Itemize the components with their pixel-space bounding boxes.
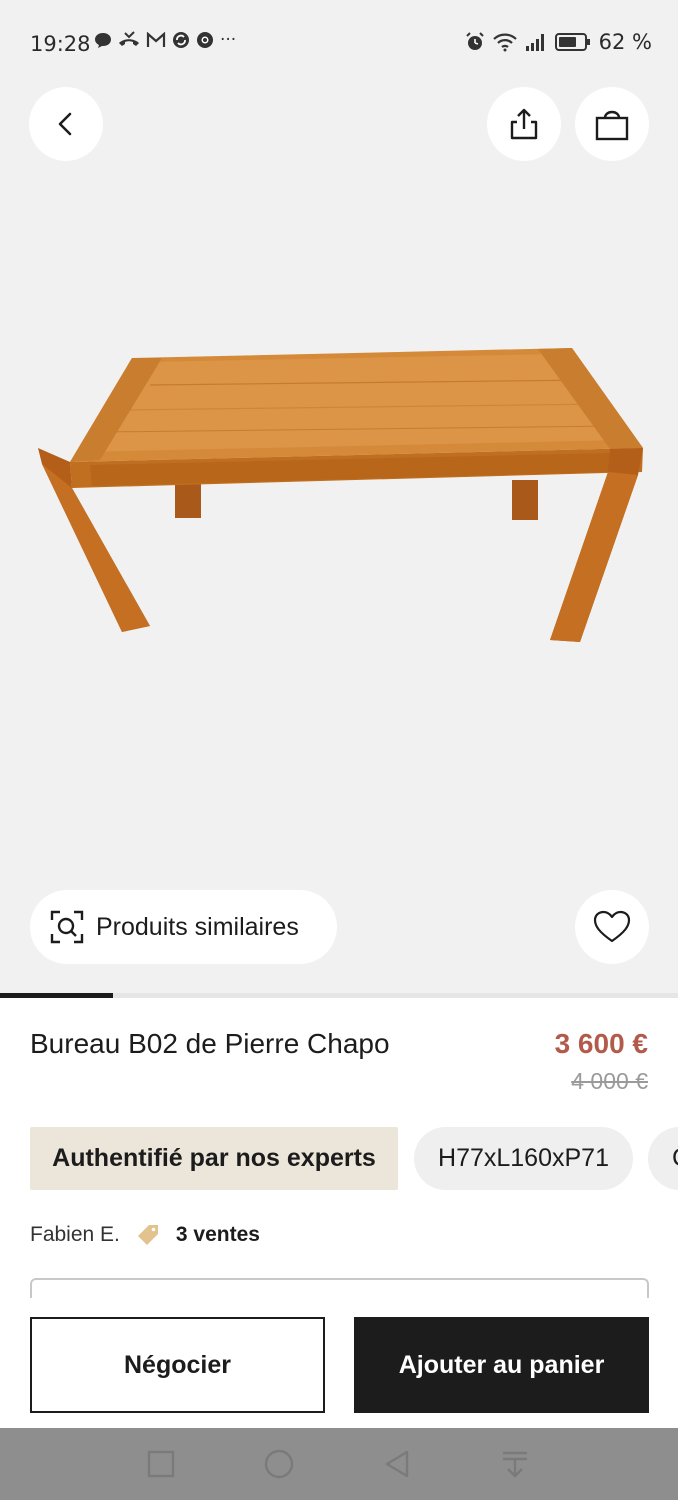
share-button[interactable] bbox=[487, 87, 561, 161]
missed-call-icon bbox=[119, 31, 139, 46]
triangle-back-icon bbox=[385, 1450, 409, 1478]
shopping-bag-icon bbox=[595, 110, 629, 141]
notification-icons: ··· bbox=[94, 30, 236, 50]
product-image-area[interactable]: Produits similaires bbox=[0, 0, 678, 993]
product-chips[interactable]: Authentifié par nos experts H77xL160xP71… bbox=[30, 1127, 678, 1191]
home-button[interactable] bbox=[261, 1446, 297, 1482]
chip-dimensions[interactable]: H77xL160xP71 bbox=[414, 1127, 633, 1190]
seller-row[interactable]: Fabien E. 3 ventes bbox=[30, 1223, 260, 1247]
product-price: 3 600 € bbox=[554, 1028, 648, 1059]
product-title: Bureau B02 de Pierre Chapo bbox=[30, 1028, 390, 1059]
status-time: 19:28 bbox=[30, 32, 91, 56]
chip-next[interactable]: C bbox=[648, 1127, 678, 1190]
product-photo[interactable] bbox=[30, 340, 650, 665]
square-icon bbox=[147, 1450, 175, 1478]
pull-down-icon bbox=[503, 1451, 527, 1478]
visual-search-icon bbox=[50, 910, 84, 944]
battery-icon bbox=[554, 33, 590, 51]
recents-button[interactable] bbox=[143, 1446, 179, 1482]
back-button[interactable] bbox=[29, 87, 103, 161]
system-icons: 62 % bbox=[465, 30, 652, 54]
heart-icon bbox=[593, 910, 631, 943]
status-bar: 19:28 ··· 62 % bbox=[0, 0, 678, 88]
more-notifications: ··· bbox=[220, 30, 237, 50]
signal-icon bbox=[525, 34, 544, 51]
chrome-icon bbox=[197, 32, 213, 48]
gmail-icon bbox=[146, 32, 166, 47]
sync-icon bbox=[173, 32, 189, 48]
price-tag-icon bbox=[137, 1225, 158, 1245]
wifi-icon bbox=[492, 33, 517, 52]
product-details: Bureau B02 de Pierre Chapo 3 600 € 4 000… bbox=[0, 998, 678, 1428]
similar-products-button[interactable]: Produits similaires bbox=[30, 890, 337, 964]
notification-pull-button[interactable] bbox=[497, 1446, 533, 1482]
next-section-card bbox=[30, 1278, 649, 1298]
back-nav-button[interactable] bbox=[379, 1446, 415, 1482]
share-icon bbox=[510, 108, 538, 140]
similar-products-label: Produits similaires bbox=[96, 912, 299, 941]
product-old-price: 4 000 € bbox=[571, 1068, 648, 1094]
shopping-bag-button[interactable] bbox=[575, 87, 649, 161]
alarm-icon bbox=[465, 32, 484, 50]
seller-name[interactable]: Fabien E. bbox=[30, 1223, 120, 1247]
favorite-button[interactable] bbox=[575, 890, 649, 964]
negotiate-button[interactable]: Négocier bbox=[30, 1317, 325, 1413]
seller-sales-count: 3 ventes bbox=[175, 1223, 260, 1246]
chip-authenticated[interactable]: Authentifié par nos experts bbox=[30, 1127, 398, 1190]
circle-icon bbox=[264, 1449, 294, 1479]
add-to-cart-button[interactable]: Ajouter au panier bbox=[354, 1317, 649, 1413]
chat-icon bbox=[95, 33, 111, 48]
chevron-left-icon bbox=[58, 112, 72, 136]
system-nav-bar bbox=[0, 1428, 678, 1500]
battery-percent: 62 % bbox=[598, 30, 652, 54]
